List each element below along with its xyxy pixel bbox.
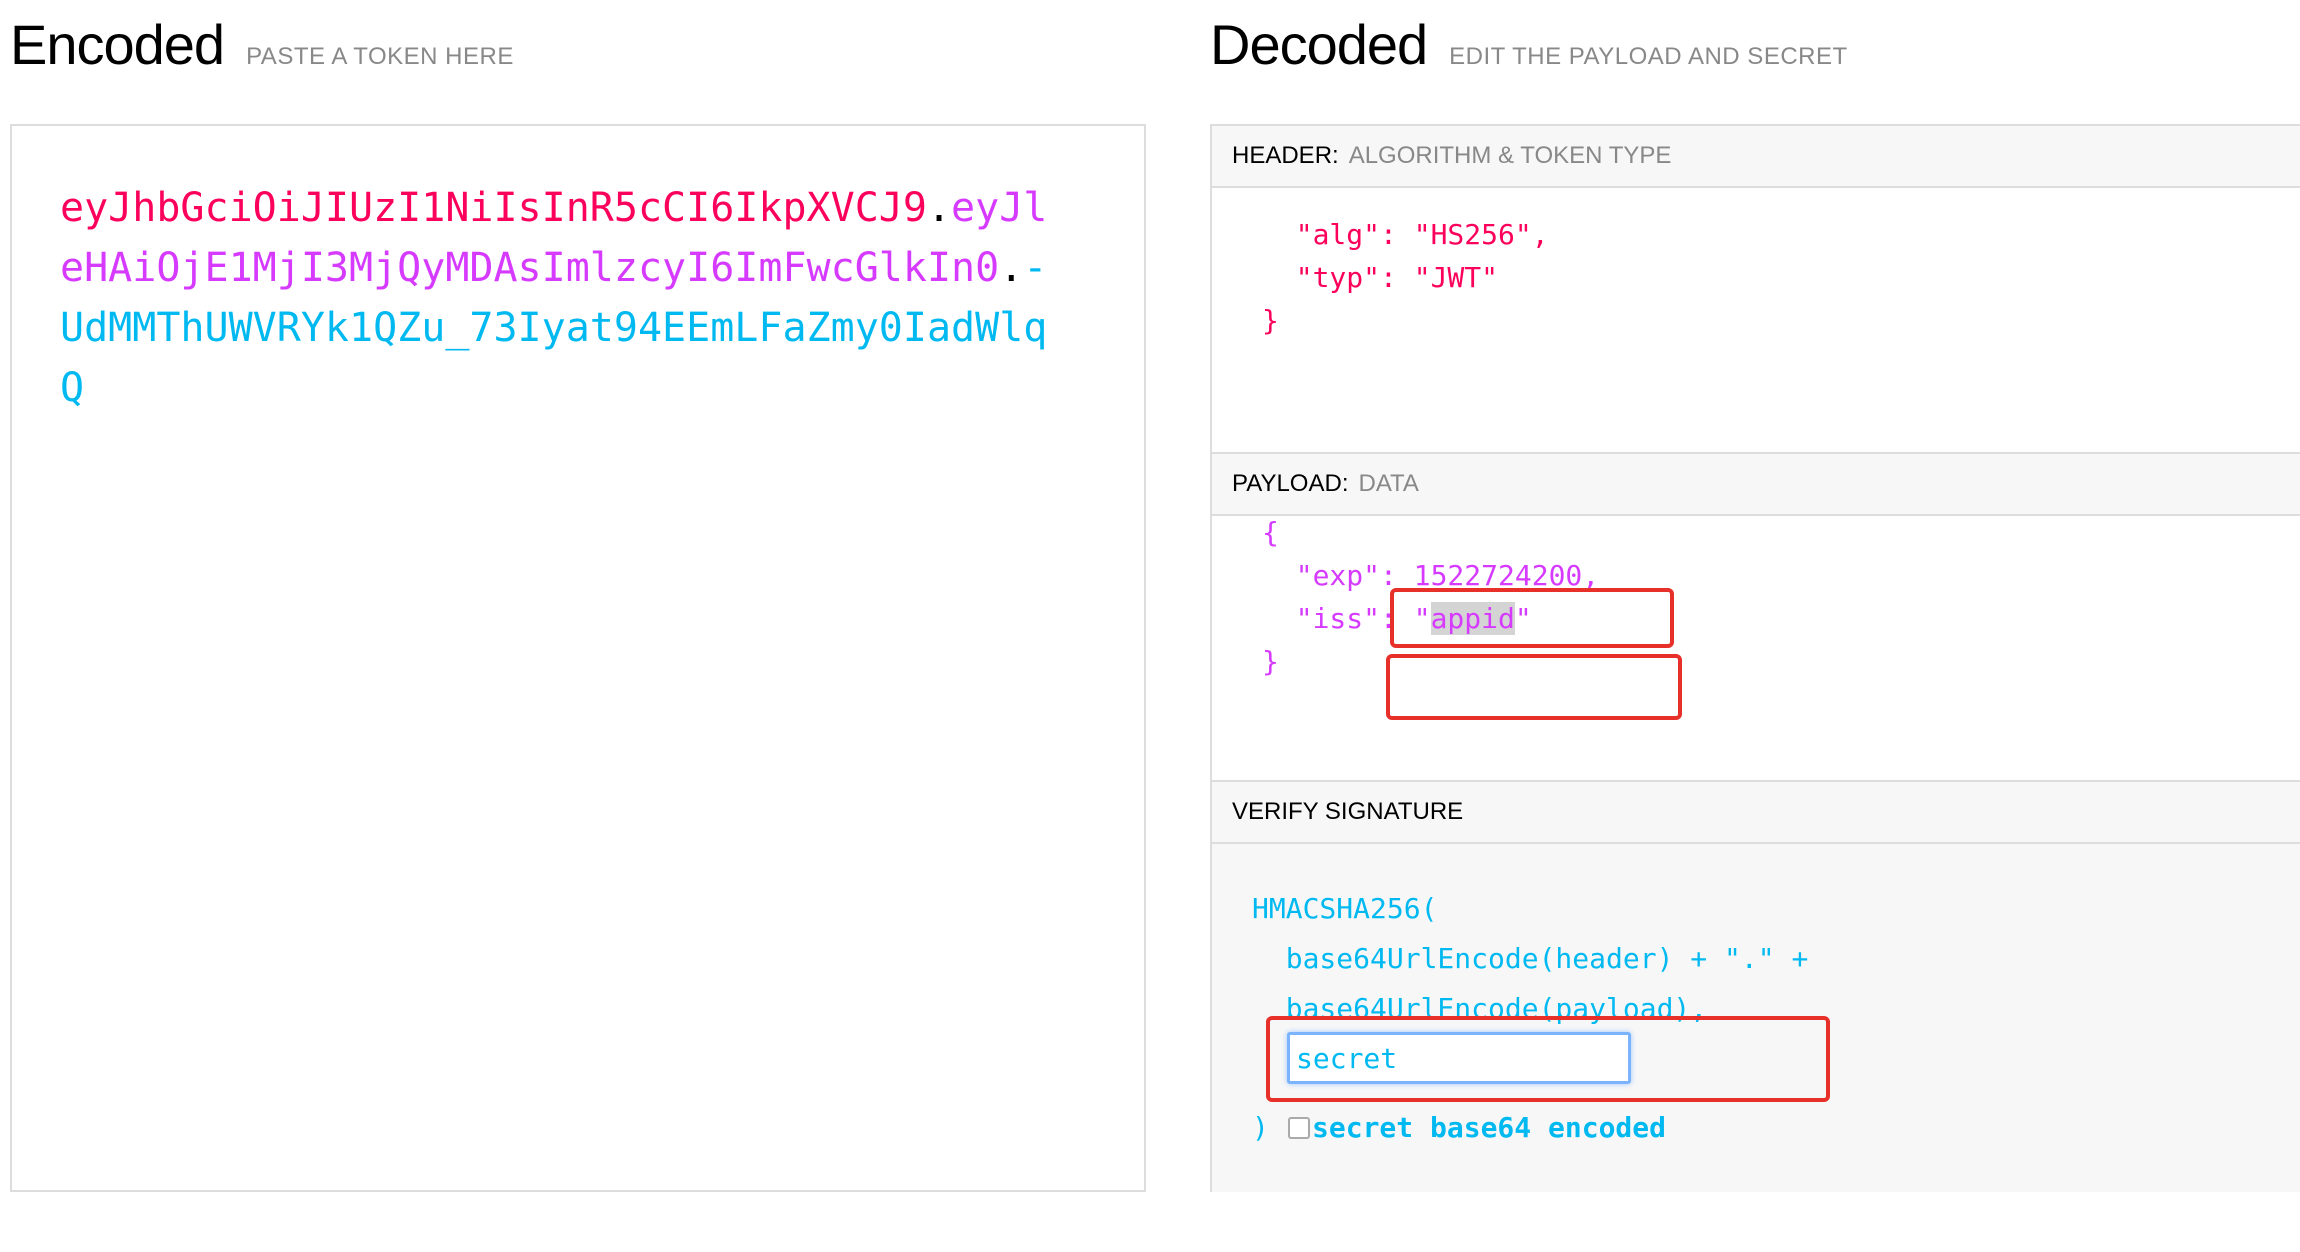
secret-base64-checkbox[interactable]: [1288, 1117, 1310, 1139]
token-header-part: eyJhbGciOiJIUzI1NiIsInR5cCI6IkpXVCJ9: [60, 185, 927, 231]
payload-close-brace: }: [1262, 645, 1279, 678]
header-section-title: HEADER: ALGORITHM & TOKEN TYPE: [1212, 126, 2300, 188]
hmac-line-header: base64UrlEncode(header) + "." +: [1252, 942, 1809, 975]
payload-section-title: PAYLOAD: DATA: [1212, 454, 2300, 516]
payload-open-brace: {: [1262, 516, 1279, 549]
payload-section-muted: DATA: [1358, 470, 1419, 497]
verify-section-title: VERIFY SIGNATURE: [1212, 782, 2300, 844]
payload-iss-quote: ": [1514, 602, 1532, 635]
header-json-close-brace: }: [1262, 304, 1279, 337]
payload-iss-key: "iss":: [1262, 602, 1414, 635]
payload-iss-line: "iss": "appid": [1262, 602, 1532, 635]
encoded-subtitle: PASTE A TOKEN HERE: [246, 43, 514, 70]
payload-iss-quote: ": [1413, 602, 1431, 635]
payload-exp-line: "exp": 1522724200,: [1262, 559, 1599, 592]
verify-section-label: VERIFY SIGNATURE: [1232, 798, 1464, 825]
decoded-title: Decoded: [1210, 13, 1428, 76]
payload-exp-value: 1522724200,: [1413, 559, 1600, 592]
payload-section-label: PAYLOAD:: [1232, 470, 1349, 497]
hmac-function-close: ): [1252, 1111, 1269, 1144]
header-json-editor[interactable]: "alg": "HS256", "typ": "JWT" }: [1212, 188, 2300, 454]
payload-iss-value: appid: [1430, 602, 1515, 635]
hmac-line-payload: base64UrlEncode(payload),: [1252, 992, 1708, 1025]
hmac-function-open: HMACSHA256(: [1252, 892, 1438, 925]
decoded-panel: HEADER: ALGORITHM & TOKEN TYPE "alg": "H…: [1210, 124, 2300, 1192]
encoded-token-textarea[interactable]: eyJhbGciOiJIUzI1NiIsInR5cCI6IkpXVCJ9.eyJ…: [10, 124, 1146, 1192]
header-section-label: HEADER:: [1232, 142, 1339, 169]
decoded-subtitle: EDIT THE PAYLOAD AND SECRET: [1449, 43, 1848, 70]
token-text[interactable]: eyJhbGciOiJIUzI1NiIsInR5cCI6IkpXVCJ9.eyJ…: [60, 178, 1070, 418]
header-json-line: "typ": "JWT": [1262, 261, 1499, 294]
encoded-title-group: Encoded PASTE A TOKEN HERE: [10, 12, 514, 77]
secret-input[interactable]: [1287, 1032, 1631, 1084]
verify-signature-body: HMACSHA256( base64UrlEncode(header) + ".…: [1212, 844, 2300, 1192]
header-section-muted: ALGORITHM & TOKEN TYPE: [1348, 142, 1672, 169]
encoded-title: Encoded: [10, 13, 225, 76]
token-dot: .: [926, 185, 952, 231]
payload-json-editor[interactable]: { "exp": 1522724200, "iss": "appid" }: [1212, 516, 2300, 782]
header-json-line: "alg": "HS256",: [1262, 218, 1549, 251]
secret-base64-label[interactable]: secret base64 encoded: [1312, 1111, 1666, 1144]
token-dot: .: [999, 245, 1024, 291]
decoded-title-group: Decoded EDIT THE PAYLOAD AND SECRET: [1210, 12, 1848, 77]
payload-exp-key: "exp":: [1262, 559, 1414, 592]
